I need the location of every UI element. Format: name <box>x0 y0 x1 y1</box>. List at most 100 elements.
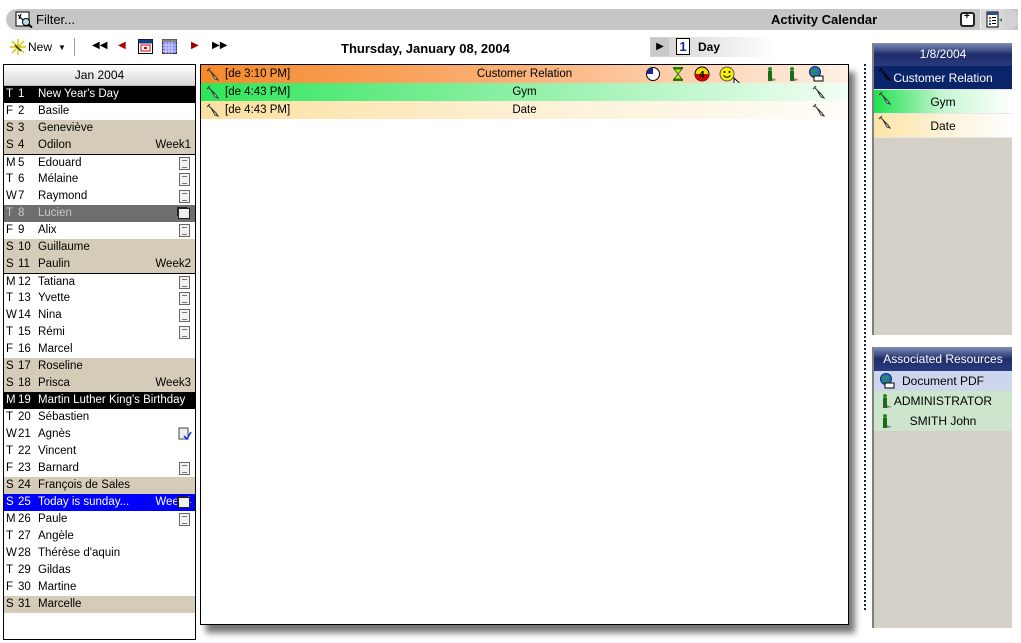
day-name: Prisca <box>38 377 70 389</box>
new-dropdown-icon[interactable]: ▼ <box>58 43 66 52</box>
day-row[interactable]: M 19 Martin Luther King's Birthday <box>4 392 195 409</box>
panel-splitter[interactable] <box>864 64 866 610</box>
appointment-row[interactable]: [de 3:10 PM] Customer Relation 4 <box>201 65 848 95</box>
month-view-icon[interactable] <box>162 39 177 54</box>
expand-button[interactable] <box>960 11 975 27</box>
day-row[interactable]: M 5 Edouard <box>4 154 195 171</box>
day-of-week: M <box>6 276 16 288</box>
day-number: 9 <box>18 224 25 236</box>
day-of-week: F <box>6 224 14 236</box>
task-done-icon <box>178 427 192 441</box>
new-button[interactable]: New ▼ <box>10 39 66 55</box>
document-globe-icon <box>880 373 895 389</box>
day-row[interactable]: S 17 Roseline <box>4 358 195 375</box>
month-title: Jan 2004 <box>4 65 195 86</box>
day-name: Basile <box>38 105 70 117</box>
day-name: Marcel <box>38 343 73 355</box>
day-row[interactable]: S 11 Paulin Week2 <box>4 256 195 273</box>
week-label: Week3 <box>155 377 191 389</box>
day-of-week: F <box>6 462 14 474</box>
day-row[interactable]: S 25 Today is sunday... Week4 <box>4 494 195 511</box>
day-row[interactable]: T 1 New Year's Day <box>4 86 195 103</box>
day-row[interactable]: W 21 Agnès <box>4 426 195 443</box>
summary-item[interactable]: Customer Relation <box>874 66 1012 90</box>
day-number: 4 <box>18 139 25 151</box>
appointment-row[interactable]: [de 4:43 PM] Date <box>201 101 848 119</box>
day-row[interactable]: T 6 Mélaine <box>4 171 195 188</box>
day-row[interactable]: W 14 Nina <box>4 307 195 324</box>
day-name: Lucien <box>38 207 72 219</box>
day-row[interactable]: F 2 Basile <box>4 103 195 120</box>
filter-label[interactable]: Filter... <box>36 12 75 27</box>
day-row[interactable]: S 18 Prisca Week3 <box>4 375 195 392</box>
day-row[interactable]: T 8 Lucien <box>4 205 195 222</box>
day-row[interactable]: T 27 Angèle <box>4 528 195 545</box>
last-icon[interactable]: ▶▶ <box>212 40 227 51</box>
pin-icon[interactable] <box>812 103 826 117</box>
day-name: Rémi <box>38 326 65 338</box>
resource-item[interactable]: SMITH John <box>874 411 1012 431</box>
app-title: Activity Calendar <box>771 12 878 27</box>
day-row[interactable]: S 10 Guillaume <box>4 239 195 256</box>
resource-label: ADMINISTRATOR <box>893 394 993 408</box>
today-icon[interactable] <box>138 39 153 54</box>
day-row[interactable]: T 13 Yvette <box>4 290 195 307</box>
day-row[interactable]: W 7 Raymond <box>4 188 195 205</box>
day-name: Vincent <box>38 445 77 457</box>
list-options-icon <box>986 11 1002 28</box>
day-row[interactable]: S 24 François de Sales <box>4 477 195 494</box>
day-name: Today is sunday... <box>38 496 130 508</box>
summary-item[interactable]: Gym <box>874 90 1012 114</box>
day-number: 14 <box>18 309 31 321</box>
day-name: Guillaume <box>38 241 90 253</box>
day-row[interactable]: F 30 Martine <box>4 579 195 596</box>
pin-icon <box>878 115 892 129</box>
summary-item[interactable]: Date <box>874 114 1012 138</box>
day-row[interactable]: F 23 Barnard <box>4 460 195 477</box>
day-row[interactable]: F 9 Alix <box>4 222 195 239</box>
note-icon <box>179 173 190 186</box>
day-name: Marcelle <box>38 598 82 610</box>
day-of-week: S <box>6 360 14 372</box>
day-name: Mélaine <box>38 173 79 185</box>
options-button[interactable] <box>980 9 1004 30</box>
day-of-week: M <box>6 513 16 525</box>
day-of-week: S <box>6 241 14 253</box>
day-of-week: W <box>6 190 17 202</box>
resource-item[interactable]: Document PDF <box>874 371 1012 391</box>
filter-icon[interactable] <box>15 11 33 28</box>
day-row[interactable]: T 29 Gildas <box>4 562 195 579</box>
day-of-week: T <box>6 88 14 100</box>
day-view-icon[interactable]: 1 <box>676 38 690 55</box>
svg-text:4: 4 <box>699 70 705 81</box>
view-label[interactable]: Day <box>698 40 720 54</box>
day-row[interactable]: S 3 Geneviève <box>4 120 195 137</box>
resource-item[interactable]: ADMINISTRATOR <box>874 391 1012 411</box>
day-row[interactable]: T 22 Vincent <box>4 443 195 460</box>
day-of-week: T <box>6 207 14 219</box>
day-name: Agnès <box>38 428 71 440</box>
note-icon <box>179 513 190 526</box>
day-row[interactable]: W 28 Thérèse d'aquin <box>4 545 195 562</box>
view-menu-button[interactable]: ▶ <box>651 38 669 56</box>
prev-icon[interactable]: ◀ <box>118 40 126 51</box>
day-row[interactable]: T 20 Sébastien <box>4 409 195 426</box>
appointment-row[interactable]: [de 4:43 PM] Gym <box>201 83 848 101</box>
day-row[interactable]: S 31 Marcelle <box>4 596 195 613</box>
day-of-week: T <box>6 411 14 423</box>
day-row[interactable]: S 4 Odilon Week1 <box>4 137 195 154</box>
day-row[interactable]: M 26 Paule <box>4 511 195 528</box>
day-number: 18 <box>18 377 31 389</box>
next-icon[interactable]: ▶ <box>191 40 199 51</box>
day-row[interactable]: F 16 Marcel <box>4 341 195 358</box>
day-of-week: T <box>6 445 14 457</box>
day-number: 5 <box>18 157 25 169</box>
note-icon <box>179 224 190 237</box>
hourglass-icon <box>672 67 684 81</box>
day-number: 31 <box>18 598 31 610</box>
day-view[interactable]: [de 3:10 PM] Customer Relation 4 [de 4:4… <box>200 64 849 625</box>
day-row[interactable]: M 12 Tatiana <box>4 273 195 290</box>
first-icon[interactable]: ◀◀ <box>92 40 107 51</box>
day-row[interactable]: T 15 Rémi <box>4 324 195 341</box>
pin-icon[interactable] <box>812 85 826 99</box>
